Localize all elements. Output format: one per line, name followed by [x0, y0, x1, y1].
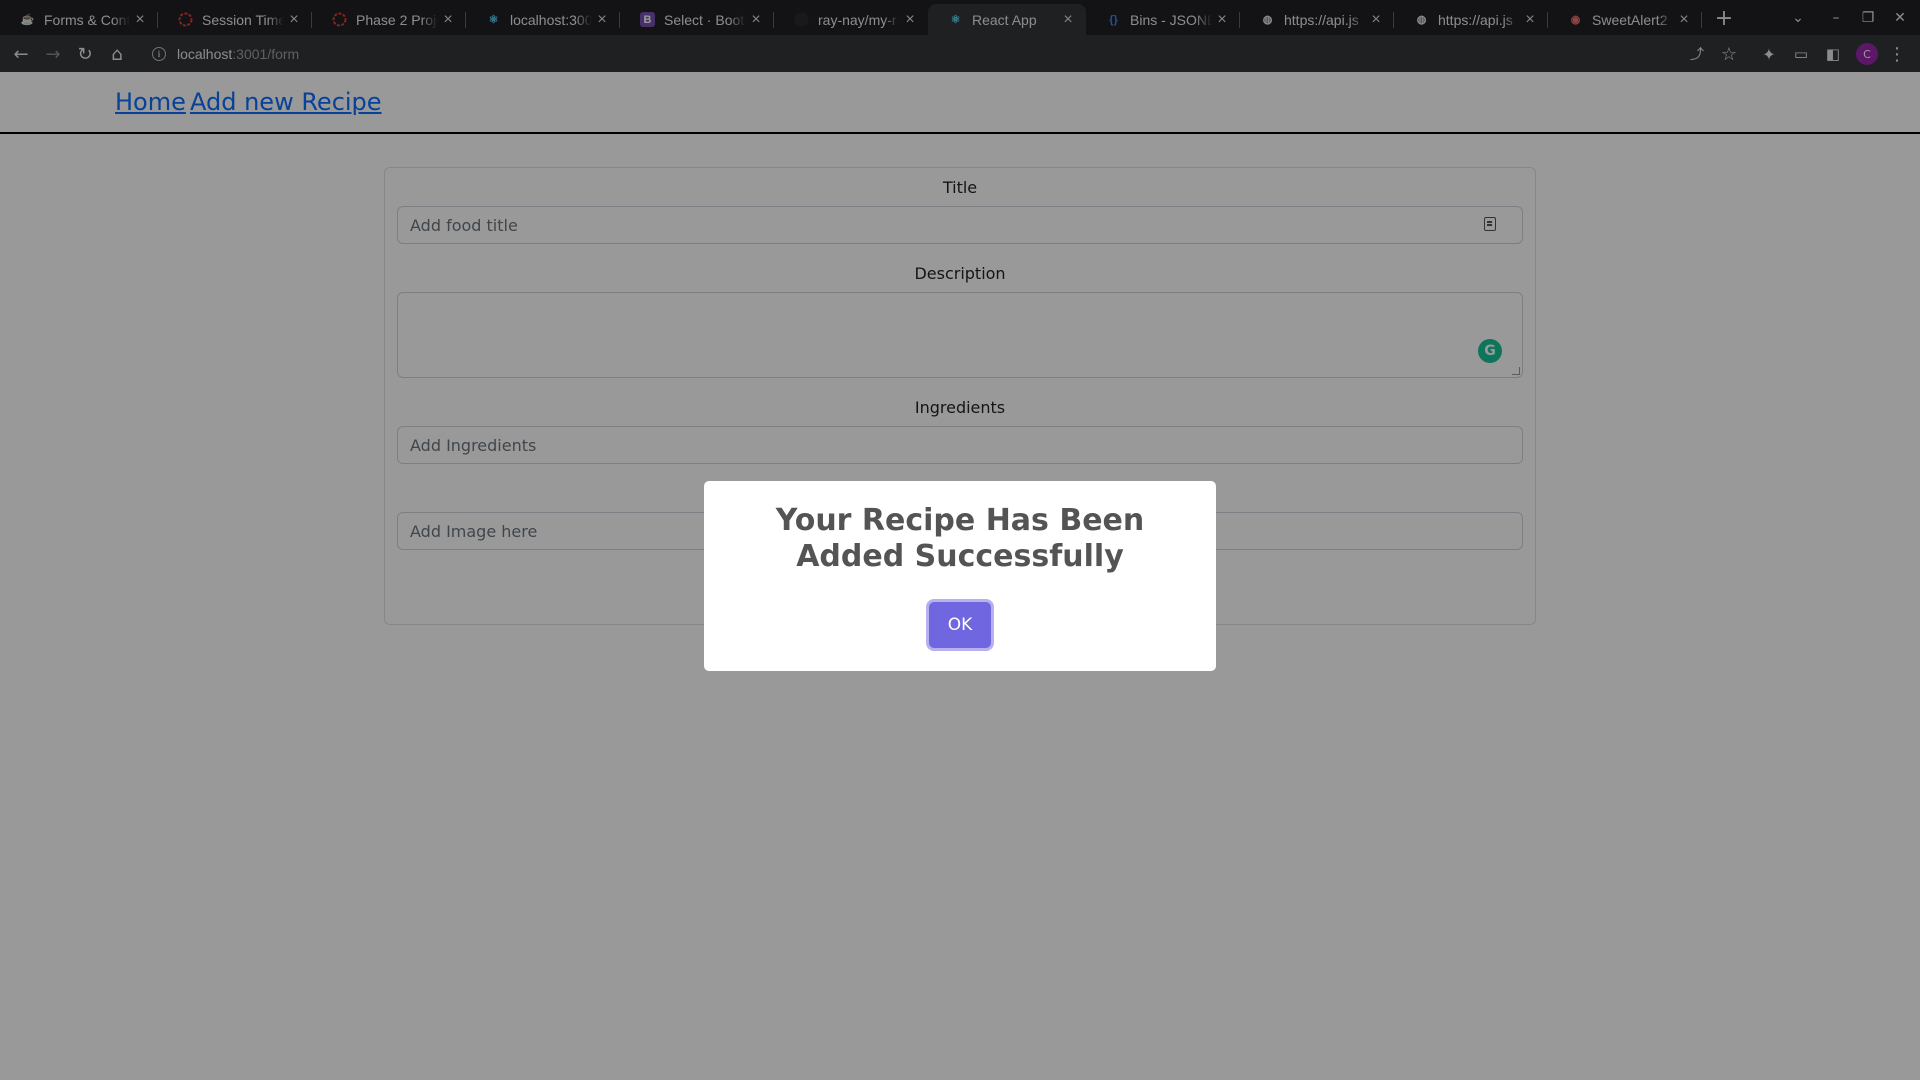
success-dialog: Your Recipe Has Been Added Successfully … — [704, 481, 1216, 671]
ok-button[interactable]: OK — [929, 602, 991, 648]
dialog-title: Your Recipe Has Been Added Successfully — [775, 503, 1145, 574]
